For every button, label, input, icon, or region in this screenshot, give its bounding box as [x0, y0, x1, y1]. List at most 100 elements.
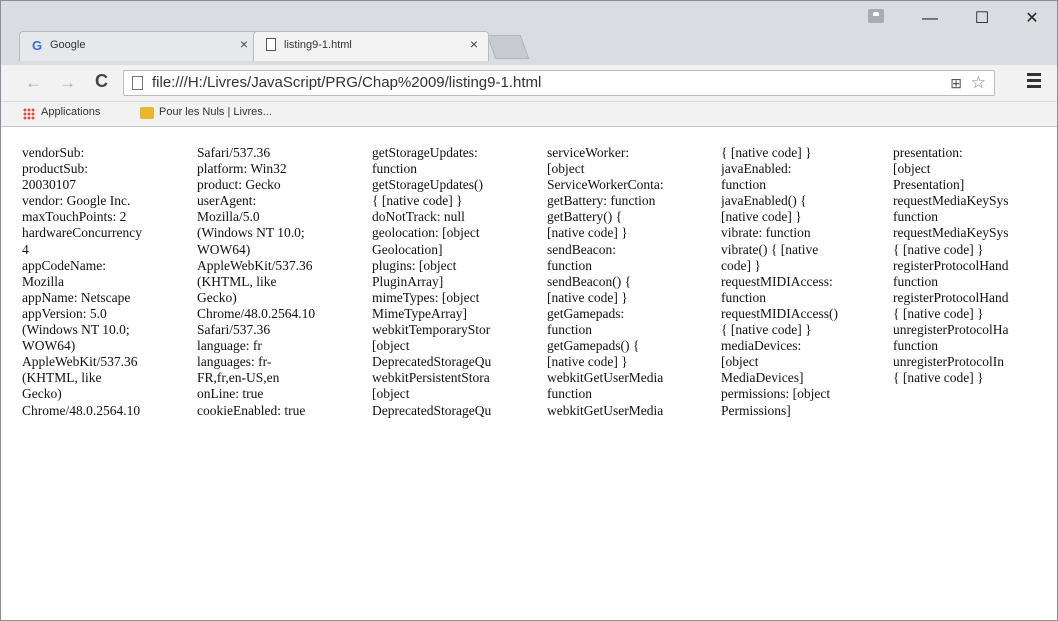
text-line: MimeTypeArray]: [372, 305, 468, 321]
text-line: webkitGetUserMedia: [547, 402, 664, 418]
text-line: cookieEnabled: true: [197, 402, 306, 418]
back-arrow-icon[interactable]: ←: [25, 73, 42, 93]
text-line: MediaDevices]: [721, 370, 804, 386]
text-line: product: Gecko: [197, 177, 281, 193]
text-line: [native code] }: [547, 225, 628, 241]
text-line: function: [721, 289, 766, 305]
text-line: vendor: Google Inc.: [22, 193, 131, 209]
text-line: (KHTML, like: [197, 273, 277, 289]
text-line: requestMIDIAccess(): [721, 305, 838, 321]
translate-icon[interactable]: ⊞: [950, 75, 962, 92]
text-line: unregisterProtocolHa: [893, 322, 1009, 338]
text-line: function: [547, 386, 592, 402]
text-line: vibrate() { [native: [721, 241, 819, 257]
text-line: getBattery() {: [547, 209, 623, 225]
text-line: getGamepads() {: [547, 338, 640, 354]
text-line: Permissions]: [721, 402, 791, 418]
text-line: platform: Win32: [197, 161, 287, 177]
tab-close-icon[interactable]: ×: [240, 36, 248, 52]
text-line: code] }: [721, 257, 761, 273]
text-line: appCodeName:: [22, 257, 106, 273]
navigator-column-3: getStorageUpdates: function getStorageUpda…: [372, 145, 542, 419]
browser-window: G Google × listing9-1.html × — ☐ ✕ ← → C…: [0, 0, 1058, 621]
text-line: language: fr: [197, 338, 262, 354]
folder-icon[interactable]: [140, 107, 154, 119]
text-line: getStorageUpdates(): [372, 177, 483, 193]
text-line: [native code] }: [721, 209, 802, 225]
text-line: 20030107: [22, 177, 76, 193]
url-text[interactable]: file:///H:/Livres/JavaScript/PRG/Chap%20…: [152, 74, 541, 91]
text-line: [object: [721, 354, 759, 370]
text-line: registerProtocolHand: [893, 257, 1009, 273]
text-line: Safari/537.36: [197, 145, 271, 160]
text-line: sendBeacon() {: [547, 273, 632, 289]
text-line: Gecko): [22, 386, 62, 402]
text-line: Gecko): [197, 289, 237, 305]
text-line: [object: [372, 386, 410, 402]
text-line: appVersion: 5.0: [22, 305, 107, 321]
maximize-button[interactable]: ☐: [967, 7, 997, 31]
page-icon: [266, 38, 276, 51]
text-line: function: [547, 322, 592, 338]
text-line: (KHTML, like: [22, 370, 102, 386]
text-line: [native code] }: [547, 289, 628, 305]
text-line: PluginArray]: [372, 273, 444, 289]
reload-icon[interactable]: C: [95, 71, 108, 92]
tab-listing[interactable]: listing9-1.html ×: [253, 31, 489, 61]
star-icon[interactable]: ☆: [971, 73, 986, 93]
text-line: (Windows NT 10.0;: [197, 225, 305, 241]
forward-arrow-icon[interactable]: →: [59, 73, 76, 93]
text-line: registerProtocolHand: [893, 289, 1009, 305]
text-line: function: [547, 257, 592, 273]
navigator-column-5: { [native code] } javaEnabled: function jav…: [721, 145, 891, 419]
bookmark-pour-les-nuls[interactable]: Pour les Nuls | Livres...: [159, 106, 272, 118]
text-line: Chrome/48.0.2564.10: [197, 305, 316, 321]
text-line: maxTouchPoints: 2: [22, 209, 127, 225]
text-line: DeprecatedStorageQu: [372, 354, 492, 370]
text-line: { [native code] }: [721, 145, 812, 160]
text-line: onLine: true: [197, 386, 264, 402]
text-line: webkitTemporaryStor: [372, 322, 491, 338]
text-line: function: [721, 177, 766, 193]
user-profile-icon[interactable]: [868, 9, 884, 23]
text-line: DeprecatedStorageQu: [372, 402, 492, 418]
navigator-column-2: Safari/537.36 platform: Win32 product: Gec…: [197, 145, 367, 419]
close-window-button[interactable]: ✕: [1017, 7, 1047, 31]
text-line: { [native code] }: [721, 322, 812, 338]
apps-grid-icon[interactable]: [23, 108, 35, 120]
text-line: serviceWorker:: [547, 145, 630, 160]
text-line: getGamepads:: [547, 305, 625, 321]
tab-close-icon[interactable]: ×: [470, 36, 478, 52]
new-tab-button[interactable]: [486, 35, 530, 59]
text-line: vibrate: function: [721, 225, 811, 241]
text-line: webkitGetUserMedia: [547, 370, 664, 386]
tab-google[interactable]: G Google ×: [19, 31, 259, 61]
text-line: FR,fr,en-US,en: [197, 370, 280, 386]
page-content: vendorSub: productSub: 20030107 vendor: Goo…: [1, 127, 1057, 620]
text-line: (Windows NT 10.0;: [22, 322, 130, 338]
page-icon: [132, 76, 143, 90]
bookmark-applications[interactable]: Applications: [41, 106, 100, 118]
text-line: requestMIDIAccess:: [721, 273, 833, 289]
tab-title-listing: listing9-1.html: [284, 39, 352, 51]
text-line: { [native code] }: [893, 241, 984, 257]
text-line: [native code] }: [547, 354, 628, 370]
text-line: getStorageUpdates:: [372, 145, 478, 160]
text-line: mimeTypes: [object: [372, 289, 480, 305]
text-line: presentation:: [893, 145, 963, 160]
text-line: getBattery: function: [547, 193, 656, 209]
text-line: permissions: [object: [721, 386, 831, 402]
minimize-button[interactable]: —: [915, 7, 945, 31]
text-line: Mozilla/5.0: [197, 209, 260, 225]
text-line: function: [893, 273, 938, 289]
text-line: userAgent:: [197, 193, 257, 209]
text-line: { [native code] }: [372, 193, 463, 209]
address-bar[interactable]: file:///H:/Livres/JavaScript/PRG/Chap%20…: [123, 70, 995, 96]
navigator-column-4: serviceWorker: [object ServiceWorkerConta:…: [547, 145, 717, 419]
menu-icon[interactable]: [1027, 73, 1041, 91]
text-line: hardwareConcurrency: [22, 225, 142, 241]
text-line: { [native code] }: [893, 305, 984, 321]
text-line: { [native code] }: [893, 370, 984, 386]
text-line: webkitPersistentStora: [372, 370, 490, 386]
google-icon: G: [32, 38, 43, 53]
